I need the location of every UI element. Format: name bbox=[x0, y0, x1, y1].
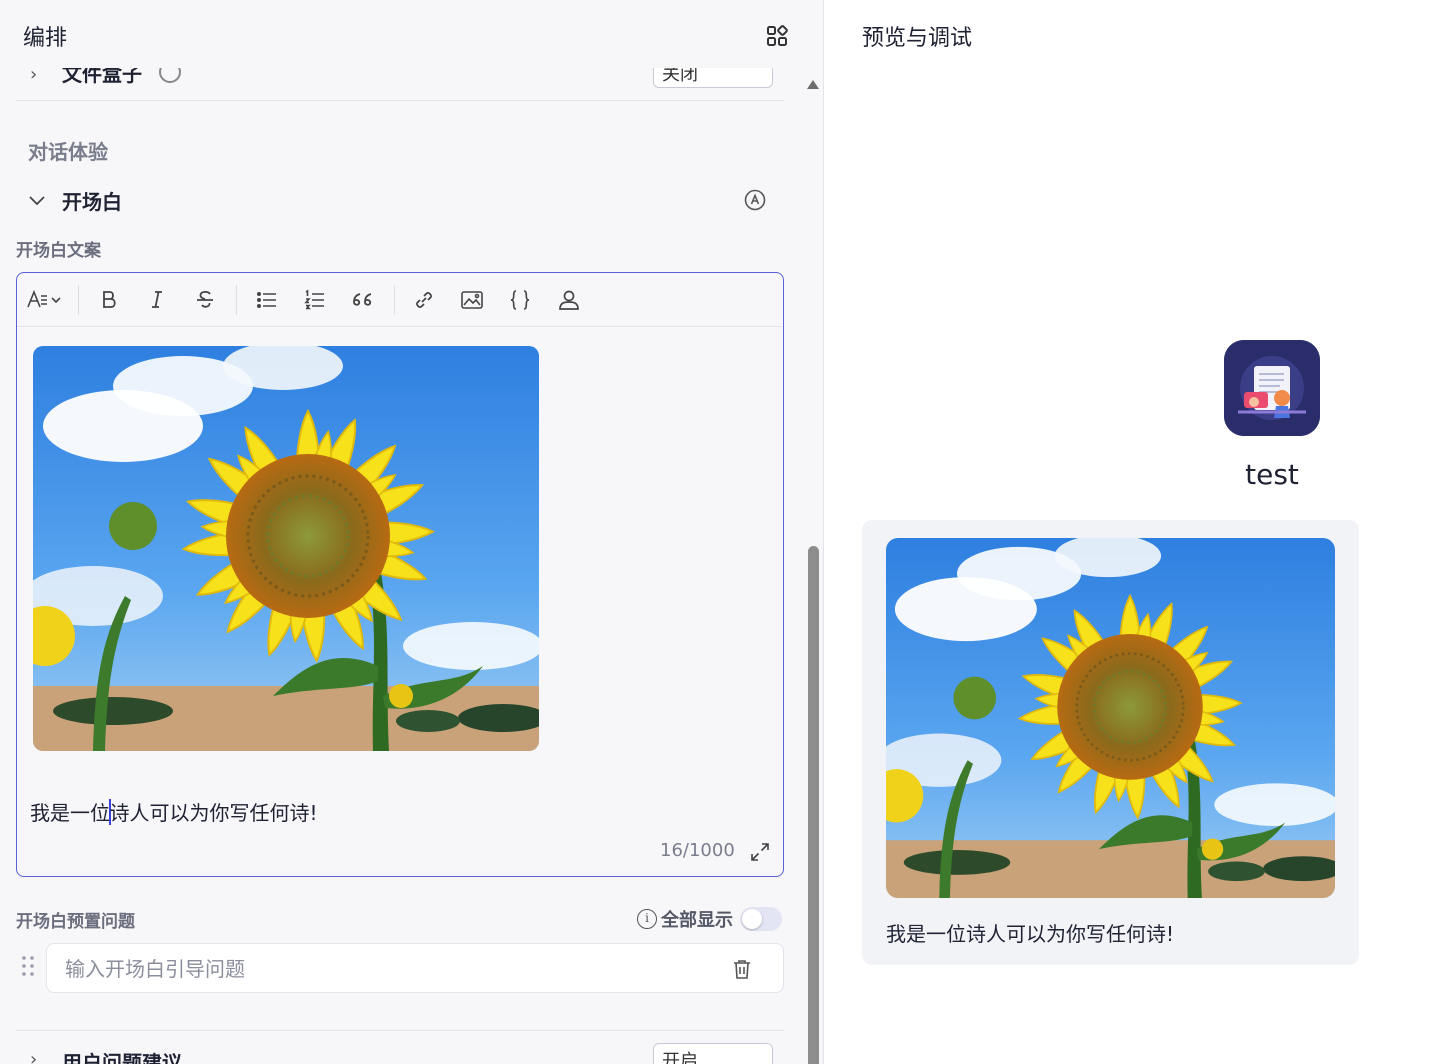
opening-group-header[interactable]: 开场白 bbox=[16, 180, 784, 220]
opening-text-label: 开场白文案 bbox=[16, 241, 101, 261]
preview-title: 预览与调试 bbox=[862, 26, 973, 51]
opening-question-input[interactable] bbox=[65, 954, 705, 984]
editor-header: 编排 bbox=[0, 0, 823, 68]
toolbar-divider bbox=[78, 285, 79, 315]
user-suggestions-select-value: 开启 bbox=[662, 1051, 698, 1064]
italic-icon[interactable] bbox=[143, 286, 171, 314]
text-style-icon[interactable] bbox=[25, 286, 65, 314]
rich-text-editor[interactable]: 我是一位诗人可以为你写任何诗! 16/1000 bbox=[16, 272, 784, 877]
toggle-knob bbox=[742, 909, 762, 929]
chevron-right-icon[interactable]: › bbox=[30, 1049, 37, 1064]
message-text: 我是一位诗人可以为你写任何诗! bbox=[886, 922, 1175, 946]
opening-text-part: 我是一位 bbox=[30, 801, 110, 825]
char-counter: 16/1000 bbox=[660, 840, 735, 861]
user-icon[interactable] bbox=[555, 286, 583, 314]
expand-icon[interactable] bbox=[749, 841, 771, 863]
trash-icon[interactable] bbox=[731, 958, 753, 980]
user-suggestions-row[interactable]: › 用户问题建议 开启 bbox=[16, 1030, 784, 1064]
layout-grid-icon[interactable] bbox=[766, 25, 788, 47]
opening-message-card: 我是一位诗人可以为你写任何诗! bbox=[862, 520, 1359, 965]
code-braces-icon[interactable] bbox=[506, 286, 534, 314]
editor-panel: › 文件盒子 关闭 编排 对话体验 开场白 开场白文案 我是一位诗人可以为你写任… bbox=[0, 0, 824, 1064]
preset-questions-label: 开场白预置问题 bbox=[16, 912, 135, 932]
scroll-up-arrow[interactable] bbox=[807, 80, 819, 89]
toolbar-divider bbox=[236, 285, 237, 315]
info-icon[interactable]: i bbox=[637, 909, 657, 929]
strikethrough-icon[interactable] bbox=[191, 286, 219, 314]
opening-text[interactable]: 我是一位诗人可以为你写任何诗! bbox=[30, 797, 318, 826]
opening-text-part: 诗人可以为你写任何诗! bbox=[109, 801, 318, 825]
user-suggestions-label: 用户问题建议 bbox=[62, 1051, 182, 1064]
show-all-toggle[interactable] bbox=[740, 907, 782, 931]
toolbar-divider bbox=[394, 285, 395, 315]
drag-handle-icon[interactable] bbox=[21, 955, 35, 977]
bot-avatar bbox=[1224, 340, 1320, 436]
link-icon[interactable] bbox=[410, 286, 438, 314]
image-icon[interactable] bbox=[458, 286, 486, 314]
section-title: 对话体验 bbox=[28, 140, 108, 164]
bot-name: test bbox=[1245, 458, 1299, 491]
opening-question-field bbox=[46, 943, 784, 993]
sunflower-image[interactable] bbox=[33, 346, 539, 751]
scrollbar-thumb[interactable] bbox=[808, 546, 819, 1064]
quote-icon[interactable] bbox=[349, 286, 377, 314]
auto-mode-icon[interactable] bbox=[744, 189, 766, 211]
chevron-down-icon[interactable] bbox=[28, 192, 46, 210]
bold-icon[interactable] bbox=[95, 286, 123, 314]
user-suggestions-select[interactable]: 开启 bbox=[653, 1043, 773, 1064]
opening-group-label: 开场白 bbox=[62, 190, 122, 214]
bullet-list-icon[interactable] bbox=[253, 286, 281, 314]
numbered-list-icon[interactable] bbox=[301, 286, 329, 314]
show-all-label: 全部显示 bbox=[661, 910, 733, 931]
sunflower-image[interactable] bbox=[886, 538, 1335, 898]
panel-title: 编排 bbox=[23, 26, 68, 51]
editor-toolbar bbox=[17, 273, 782, 327]
